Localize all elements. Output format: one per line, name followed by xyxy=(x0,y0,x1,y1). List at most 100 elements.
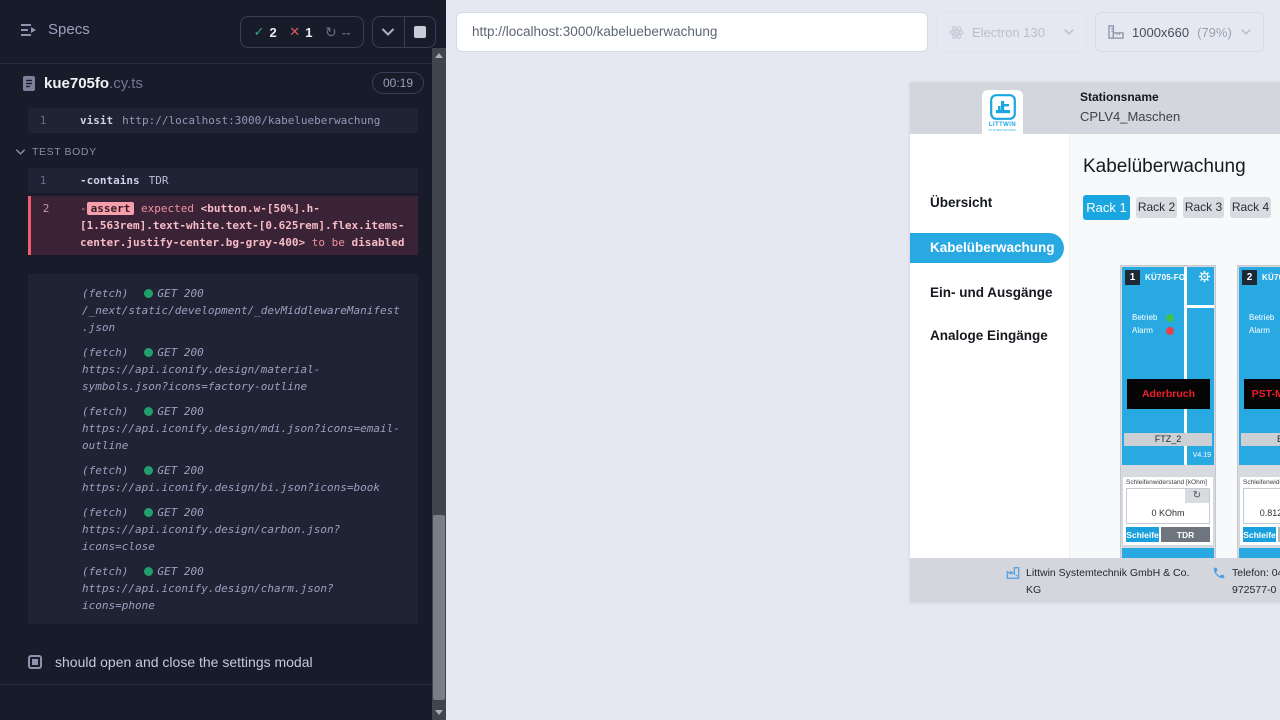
tab-rack-3[interactable]: Rack 3 xyxy=(1183,197,1224,218)
visit-command-row[interactable]: 1 visithttp://localhost:3000/kabelueberw… xyxy=(28,108,418,133)
app-sidebar: Übersicht Kabelüberwachung Ein- und Ausg… xyxy=(910,134,1070,558)
sidebar-item-ein-und-ausgaenge[interactable]: Ein- und Ausgänge xyxy=(930,285,1053,300)
schleife-button[interactable]: Schleife xyxy=(1243,527,1276,542)
spec-file-icon xyxy=(22,75,36,92)
contains-arg: TDR xyxy=(149,174,169,187)
fetch-url: https://api.iconify.design/mdi.json?icon… xyxy=(82,420,400,454)
electron-icon xyxy=(949,25,964,40)
firmware-version: V4.19 xyxy=(1193,452,1211,459)
tdr-button[interactable]: TDR xyxy=(1161,527,1210,542)
url-input[interactable]: http://localhost:3000/kabelueberwachung xyxy=(456,12,928,52)
fetch-url: https://api.iconify.design/carbon.json?i… xyxy=(82,521,400,555)
fetch-log-entry: (fetch)GET 200 https://api.iconify.desig… xyxy=(28,456,418,498)
resistance-value-box: ↻ 0 KOhm xyxy=(1126,488,1210,524)
alarm-led xyxy=(1166,327,1174,335)
page-title: Kabelüberwachung xyxy=(1083,156,1246,178)
fetch-url: https://api.iconify.design/charm.json?ic… xyxy=(82,580,400,614)
chevron-down-icon xyxy=(382,28,394,36)
assert-badge: assert xyxy=(87,202,135,215)
zoom-percent: (79%) xyxy=(1197,25,1232,40)
visit-url: http://localhost:3000/kabelueberwachung xyxy=(122,114,380,127)
tab-rack-1[interactable]: Rack 1 xyxy=(1083,195,1130,220)
contains-command-row[interactable]: 1 -containsTDR xyxy=(28,168,418,193)
resistance-label: Schleifenwiderstand [kOhm] xyxy=(1123,477,1213,486)
status-display: Aderbruch xyxy=(1127,379,1210,409)
unit-model-label: KÜ705-FO xyxy=(1145,273,1185,282)
success-dot-icon xyxy=(144,508,153,517)
test-body-section-header[interactable]: TEST BODY xyxy=(16,146,97,158)
factory-icon xyxy=(1006,566,1020,580)
spec-file-name: kue705fo.cy.ts xyxy=(44,75,143,92)
scrollbar-thumb[interactable] xyxy=(433,515,445,700)
collapse-button[interactable] xyxy=(373,17,404,47)
app-preview-frame: LITTWIN SYSTEMTECHNIK Stationsname CPLV4… xyxy=(910,82,1280,602)
station-info: Stationsname CPLV4_Maschen xyxy=(1080,90,1180,124)
fetch-log-entry: (fetch)GET 200 https://api.iconify.desig… xyxy=(28,397,418,456)
specs-label[interactable]: Specs xyxy=(48,21,90,38)
schleife-button[interactable]: Schleife xyxy=(1126,527,1159,542)
fetch-log-entry: (fetch)GET 200 https://api.iconify.desig… xyxy=(28,557,418,616)
stat-passed: ✓2 xyxy=(254,24,277,40)
success-dot-icon xyxy=(144,289,153,298)
success-dot-icon xyxy=(144,567,153,576)
stop-button[interactable] xyxy=(404,17,436,47)
station-label: Stationsname xyxy=(1080,90,1180,104)
betrieb-led xyxy=(1166,314,1174,322)
divider xyxy=(1187,305,1214,308)
fetch-log-entry: (fetch)GET 200 https://api.iconify.desig… xyxy=(28,498,418,557)
fetch-log-entry: (fetch)GET 200 https://api.iconify.desig… xyxy=(28,338,418,397)
pending-test-icon xyxy=(28,655,42,669)
sidebar-item-analoge-eingaenge[interactable]: Analoge Eingänge xyxy=(930,328,1048,343)
resistance-value: 0.812 KOhm xyxy=(1244,508,1280,518)
specs-menu-icon[interactable] xyxy=(20,22,38,38)
resistance-label: Schleifenwiderstand [kOhm] xyxy=(1240,477,1280,486)
rack-units-row: 1 KÜ705-FO Betrieb Alarm Aderbruch FTZ_2… xyxy=(1120,265,1280,558)
cypress-reporter-panel: Specs ✓2 ✕1 ↻-- kue705fo.cy.ts 00:19 1 v… xyxy=(0,0,446,720)
footer-phone[interactable]: Telefon: 04402 972577-0 xyxy=(1212,565,1280,600)
refresh-circle-icon: ↻ xyxy=(325,24,337,41)
littwin-logo-icon xyxy=(990,94,1016,120)
tab-rack-4[interactable]: Rack 4 xyxy=(1230,197,1271,218)
network-log: (fetch)GET 200 /_next/static/development… xyxy=(28,274,418,624)
cable-name: B23 xyxy=(1241,433,1280,446)
visit-command: visit xyxy=(80,114,113,127)
stop-icon xyxy=(414,26,426,38)
aut-background: http://localhost:3000/kabelueberwachung … xyxy=(446,0,1280,720)
scroll-up-arrow-icon[interactable] xyxy=(435,53,443,58)
resistance-value-box: ↻ 0.812 KOhm xyxy=(1243,488,1280,524)
rack-unit-card-2: 2 KÜ705-FO Betrieb Alarm PST-M prüfen B2… xyxy=(1237,265,1280,558)
reporter-header: Specs ✓2 ✕1 ↻-- xyxy=(0,0,432,64)
sidebar-item-kabelueberwachung-active[interactable]: Kabelüberwachung xyxy=(910,233,1064,263)
reporter-scrollbar[interactable] xyxy=(432,48,446,720)
stat-failed: ✕1 xyxy=(289,24,312,40)
ruler-icon xyxy=(1108,25,1124,39)
assert-expected-state: disabled xyxy=(352,236,405,249)
refresh-icon[interactable]: ↻ xyxy=(1185,489,1209,503)
tab-rack-2[interactable]: Rack 2 xyxy=(1136,197,1177,218)
chevron-down-icon xyxy=(1241,29,1251,35)
status-display: PST-M prüfen xyxy=(1244,379,1280,409)
browser-select[interactable]: Electron 130 xyxy=(936,12,1087,52)
rack-unit-card-1: 1 KÜ705-FO Betrieb Alarm Aderbruch FTZ_2… xyxy=(1120,265,1216,558)
station-value: CPLV4_Maschen xyxy=(1080,109,1180,124)
failed-assert-row[interactable]: 2 -assert expected <button.w-[50%].h-[1.… xyxy=(28,196,418,255)
success-dot-icon xyxy=(144,466,153,475)
unit-model-label: KÜ705-FO xyxy=(1262,273,1280,282)
fetch-url: https://api.iconify.design/bi.json?icons… xyxy=(82,479,400,496)
sidebar-item-uebersicht[interactable]: Übersicht xyxy=(930,195,992,210)
pending-test-row[interactable]: should open and close the settings modal xyxy=(28,654,313,670)
fetch-url: https://api.iconify.design/material-symb… xyxy=(82,361,400,395)
test-stats: ✓2 ✕1 ↻-- xyxy=(240,16,364,48)
stat-pending: ↻-- xyxy=(325,24,350,41)
unit-gear-icon[interactable] xyxy=(1198,270,1211,283)
viewport-select[interactable]: 1000x660 (79%) xyxy=(1095,12,1264,52)
chevron-down-icon xyxy=(1064,29,1074,35)
unit-number-badge: 2 xyxy=(1242,270,1257,285)
success-dot-icon xyxy=(144,348,153,357)
littwin-logo: LITTWIN SYSTEMTECHNIK xyxy=(982,90,1023,144)
spec-timer: 00:19 xyxy=(372,72,424,94)
spec-file-row[interactable]: kue705fo.cy.ts 00:19 xyxy=(0,72,432,106)
contains-command: -contains xyxy=(80,174,140,187)
scroll-down-arrow-icon[interactable] xyxy=(435,710,443,715)
divider xyxy=(0,684,432,685)
